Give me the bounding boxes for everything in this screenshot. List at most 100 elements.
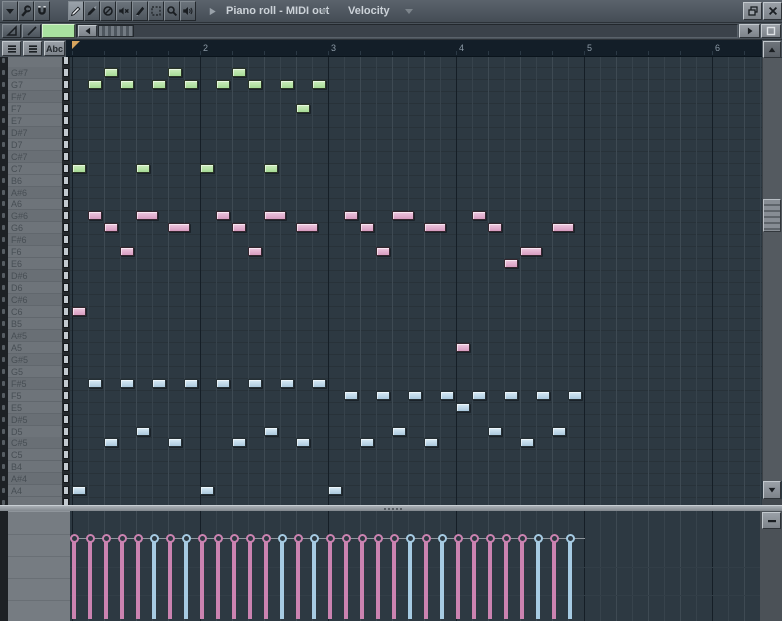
- key-row[interactable]: B4: [8, 461, 62, 473]
- mini-key[interactable]: [63, 498, 69, 505]
- midi-note-f5[interactable]: [344, 391, 358, 400]
- velocity-handle[interactable]: [342, 534, 351, 543]
- mini-key[interactable]: [63, 128, 69, 137]
- vertical-scrollbar-thumb[interactable]: [763, 199, 781, 232]
- midi-note-cs5[interactable]: [232, 438, 246, 447]
- paint-button[interactable]: [84, 1, 100, 21]
- mini-key[interactable]: [63, 379, 69, 388]
- midi-note-f6[interactable]: [248, 247, 262, 256]
- velocity-stem[interactable]: [280, 541, 284, 619]
- velocity-stem[interactable]: [360, 541, 364, 619]
- midi-note-f5[interactable]: [440, 391, 454, 400]
- mini-key[interactable]: [63, 223, 69, 232]
- velocity-stem[interactable]: [248, 541, 252, 619]
- midi-note-a5[interactable]: [456, 343, 470, 352]
- midi-note-gs6[interactable]: [264, 211, 286, 220]
- mini-key[interactable]: [63, 199, 69, 208]
- key-row[interactable]: F6: [8, 246, 62, 258]
- midi-note-c7[interactable]: [200, 164, 214, 173]
- velocity-handle[interactable]: [470, 534, 479, 543]
- velocity-stem[interactable]: [408, 541, 412, 619]
- velocity-stem[interactable]: [72, 541, 76, 619]
- key-row[interactable]: A5: [8, 342, 62, 354]
- zoom-button[interactable]: [164, 1, 180, 21]
- midi-note-d5[interactable]: [552, 427, 566, 436]
- mini-key[interactable]: [63, 331, 69, 340]
- velocity-handle[interactable]: [86, 534, 95, 543]
- midi-note-f5[interactable]: [408, 391, 422, 400]
- midi-note-gs7[interactable]: [104, 68, 118, 77]
- midi-note-cs5[interactable]: [104, 438, 118, 447]
- target-caret-icon[interactable]: [405, 9, 413, 14]
- velocity-handle[interactable]: [134, 534, 143, 543]
- key-row[interactable]: D5: [8, 426, 62, 438]
- midi-note-g6[interactable]: [360, 223, 374, 232]
- velocity-handle[interactable]: [262, 534, 271, 543]
- midi-note-f5[interactable]: [472, 391, 486, 400]
- scroll-right-button[interactable]: [739, 24, 760, 38]
- mini-key[interactable]: [63, 462, 69, 471]
- velocity-stem[interactable]: [136, 541, 140, 619]
- velocity-stem[interactable]: [152, 541, 156, 619]
- note-grid[interactable]: [70, 57, 762, 505]
- velocity-stem[interactable]: [104, 541, 108, 619]
- mini-key[interactable]: [63, 57, 69, 65]
- mini-key[interactable]: [63, 259, 69, 268]
- midi-note-d5[interactable]: [488, 427, 502, 436]
- velocity-stem[interactable]: [120, 541, 124, 619]
- velocity-handle[interactable]: [422, 534, 431, 543]
- key-row[interactable]: E6: [8, 258, 62, 270]
- mini-key[interactable]: [63, 235, 69, 244]
- velocity-handle[interactable]: [70, 534, 79, 543]
- playback-button[interactable]: [180, 1, 196, 21]
- menu-button[interactable]: [2, 1, 18, 21]
- velocity-handle[interactable]: [358, 534, 367, 543]
- note-color-swatch[interactable]: [42, 24, 75, 38]
- midi-note-g6[interactable]: [232, 223, 246, 232]
- velocity-stem[interactable]: [200, 541, 204, 619]
- key-row[interactable]: D#5: [8, 414, 62, 426]
- velocity-handle[interactable]: [534, 534, 543, 543]
- key-row[interactable]: A4: [8, 485, 62, 497]
- tools-button[interactable]: [18, 1, 34, 21]
- velocity-handle[interactable]: [198, 534, 207, 543]
- scroll-left-button[interactable]: [78, 25, 97, 37]
- velocity-stem[interactable]: [344, 541, 348, 619]
- key-row[interactable]: C7: [8, 163, 62, 175]
- scrollbar-grip[interactable]: [98, 25, 134, 37]
- midi-note-d5[interactable]: [264, 427, 278, 436]
- midi-note-e5[interactable]: [456, 403, 470, 412]
- velocity-handle[interactable]: [230, 534, 239, 543]
- midi-note-d5[interactable]: [136, 427, 150, 436]
- velocity-handle[interactable]: [486, 534, 495, 543]
- midi-note-gs7[interactable]: [232, 68, 246, 77]
- vertical-scrollbar-track[interactable]: [762, 58, 782, 481]
- midi-note-gs6[interactable]: [344, 211, 358, 220]
- midi-note-fs5[interactable]: [216, 379, 230, 388]
- midi-note-a4[interactable]: [72, 486, 86, 495]
- key-row[interactable]: A#6: [8, 187, 62, 199]
- midi-note-g6[interactable]: [424, 223, 446, 232]
- velocity-handle[interactable]: [118, 534, 127, 543]
- key-row[interactable]: F5: [8, 390, 62, 402]
- midi-note-g6[interactable]: [552, 223, 574, 232]
- mini-key[interactable]: [63, 367, 69, 376]
- mini-key[interactable]: [63, 116, 69, 125]
- timeline[interactable]: 23456: [66, 40, 762, 57]
- velocity-handle[interactable]: [406, 534, 415, 543]
- mini-key[interactable]: [63, 295, 69, 304]
- velocity-stem[interactable]: [296, 541, 300, 619]
- midi-note-g7[interactable]: [280, 80, 294, 89]
- slide-button[interactable]: [2, 24, 21, 38]
- velocity-handle[interactable]: [390, 534, 399, 543]
- velocity-stem[interactable]: [472, 541, 476, 619]
- midi-note-f5[interactable]: [504, 391, 518, 400]
- midi-note-f7[interactable]: [296, 104, 310, 113]
- mini-key[interactable]: [63, 247, 69, 256]
- midi-note-fs5[interactable]: [88, 379, 102, 388]
- delete-button[interactable]: [100, 1, 116, 21]
- midi-note-a4[interactable]: [328, 486, 342, 495]
- snap-button[interactable]: [34, 1, 50, 21]
- mini-keys-column[interactable]: [62, 57, 70, 505]
- midi-note-f5[interactable]: [536, 391, 550, 400]
